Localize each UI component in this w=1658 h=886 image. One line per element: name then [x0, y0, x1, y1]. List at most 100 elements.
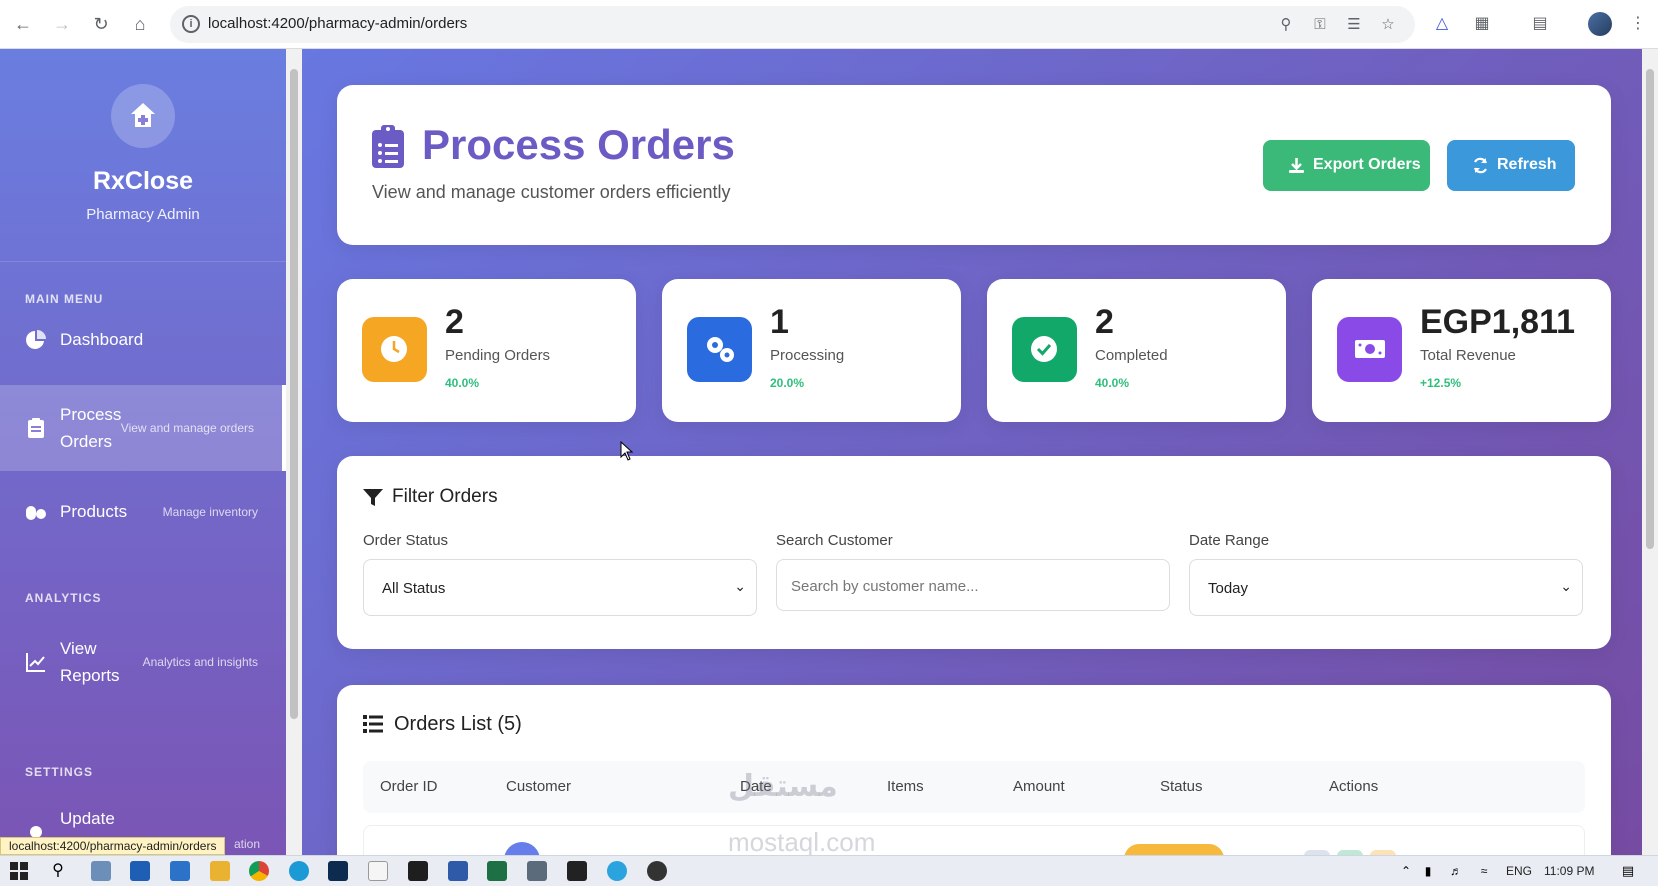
extension-icon[interactable]: △ — [1430, 12, 1454, 36]
sidebar-item-dashboard[interactable]: Dashboard — [0, 317, 286, 363]
sidebar-item-view-reports[interactable]: View Reports Analytics and insights — [0, 619, 286, 705]
translate-icon[interactable]: ☰ — [1344, 15, 1364, 35]
search-customer-input[interactable]: Search by customer name... — [776, 559, 1170, 611]
refresh-label: Refresh — [1497, 156, 1557, 173]
url-text[interactable]: localhost:4200/pharmacy-admin/orders — [208, 15, 467, 32]
link-status-tooltip: localhost:4200/pharmacy-admin/orders — [0, 837, 226, 855]
sidebar-item-desc: Manage inventory — [162, 505, 258, 519]
order-status-select[interactable]: All Status ⌄ — [363, 559, 757, 616]
search-customer-label: Search Customer — [776, 532, 893, 549]
watermark-latin: mostaql.com — [728, 827, 876, 855]
refresh-button[interactable]: Refresh — [1447, 140, 1575, 191]
list-icon — [363, 715, 383, 733]
stat-card-processing: 1 Processing 20.0% — [662, 279, 961, 422]
col-amount: Amount — [1013, 778, 1065, 795]
app-icon[interactable] — [567, 861, 587, 881]
terminal-icon[interactable] — [408, 861, 428, 881]
key-icon[interactable]: ⚿ — [1310, 15, 1330, 35]
search-icon[interactable]: ⚲ — [48, 861, 68, 881]
site-info-icon[interactable]: i — [182, 15, 200, 33]
section-analytics: ANALYTICS — [25, 591, 102, 605]
sidebar-item-label: Products — [60, 502, 128, 521]
order-status-value: All Status — [382, 580, 446, 597]
home-icon[interactable]: ⌂ — [128, 12, 152, 36]
sidebar-item-desc: Analytics and insights — [142, 655, 258, 669]
stat-percent: +12.5% — [1420, 376, 1462, 390]
file-explorer-icon[interactable] — [210, 861, 230, 881]
extensions-puzzle-icon[interactable]: ▦ — [1470, 12, 1494, 36]
date-range-value: Today — [1208, 580, 1249, 597]
windows-start-icon[interactable] — [9, 861, 29, 881]
filter-card: Filter Orders Order Status All Status ⌄ … — [337, 456, 1611, 649]
stat-icon-bg — [1012, 317, 1077, 382]
col-actions: Actions — [1329, 778, 1379, 795]
battery-icon[interactable]: ▮ — [1418, 861, 1438, 881]
scrollbar-thumb[interactable] — [290, 69, 298, 719]
mail-icon[interactable] — [170, 861, 190, 881]
main-scrollbar[interactable] — [1642, 49, 1658, 855]
customer-avatar — [504, 842, 540, 855]
chevron-down-icon: ⌄ — [1560, 578, 1572, 594]
volume-icon[interactable]: ♬ — [1446, 861, 1466, 881]
sidebar-divider — [0, 261, 286, 262]
notifications-icon[interactable]: ▤ — [1618, 861, 1638, 881]
line-chart-icon — [26, 653, 45, 672]
stat-card-pending: 2 Pending Orders 40.0% — [337, 279, 636, 422]
clock-time[interactable]: 11:09 PM — [1544, 864, 1594, 878]
stat-percent: 20.0% — [770, 376, 805, 390]
col-items: Items — [887, 778, 924, 795]
address-bar[interactable]: i localhost:4200/pharmacy-admin/orders ⚲… — [170, 6, 1415, 43]
forward-icon[interactable]: → — [50, 12, 74, 36]
clipboard-list-icon — [372, 125, 404, 168]
photoshop-icon[interactable] — [328, 861, 348, 881]
app-icon[interactable] — [91, 861, 111, 881]
stat-card-completed: 2 Completed 40.0% — [987, 279, 1286, 422]
reading-list-icon[interactable]: ▤ — [1528, 12, 1552, 36]
profile-avatar[interactable] — [1588, 12, 1612, 36]
sidebar-item-label: View Reports — [60, 639, 120, 685]
edge-icon[interactable] — [289, 861, 309, 881]
browser-menu-icon[interactable]: ⋮ — [1626, 12, 1650, 36]
telegram-icon[interactable] — [607, 861, 627, 881]
back-icon[interactable]: ← — [11, 12, 35, 36]
chrome-icon[interactable] — [249, 861, 269, 881]
bookmark-star-icon[interactable]: ☆ — [1378, 15, 1398, 35]
app-page: RxClose Pharmacy Admin MAIN MENU Dashboa… — [0, 49, 1658, 855]
export-orders-button[interactable]: Export Orders — [1263, 140, 1430, 191]
sidebar-item-desc: View and manage orders — [120, 421, 254, 435]
date-range-select[interactable]: Today ⌄ — [1189, 559, 1583, 616]
stat-icon-bg — [1337, 317, 1402, 382]
sidebar-item-process-orders[interactable]: Process Orders View and manage orders — [0, 385, 286, 471]
app-icon[interactable] — [448, 861, 468, 881]
export-orders-label: Export Orders — [1313, 156, 1421, 173]
notepad-icon[interactable] — [368, 861, 388, 881]
orders-table-header: Order ID Customer Date Items Amount Stat… — [363, 761, 1585, 813]
tray-chevron-icon[interactable]: ⌃ — [1396, 861, 1416, 881]
scrollbar-thumb[interactable] — [1646, 69, 1654, 549]
app-icon[interactable] — [647, 861, 667, 881]
language-indicator[interactable]: ENG — [1506, 864, 1532, 878]
stat-percent: 40.0% — [445, 376, 480, 390]
clock-icon — [381, 336, 407, 362]
location-icon[interactable]: ⚲ — [1276, 15, 1296, 35]
calculator-icon[interactable] — [527, 861, 547, 881]
sidebar-item-label: Dashboard — [60, 330, 144, 349]
table-row[interactable] — [363, 825, 1585, 855]
filter-title: Filter Orders — [392, 486, 498, 507]
excel-icon[interactable] — [487, 861, 507, 881]
brand-name: RxClose — [92, 167, 194, 195]
mouse-cursor-icon — [620, 441, 634, 461]
wifi-icon[interactable]: ≈ — [1474, 861, 1494, 881]
sidebar-item-products[interactable]: Products Manage inventory — [0, 489, 286, 535]
sidebar-scrollbar[interactable] — [286, 49, 302, 855]
section-main-menu: MAIN MENU — [25, 292, 104, 306]
search-placeholder: Search by customer name... — [791, 578, 979, 595]
watermark-arabic: مستقل — [728, 770, 838, 803]
orders-list-card: Orders List (5) Order ID Customer Date I… — [337, 685, 1611, 855]
status-badge — [1124, 844, 1224, 855]
order-status-label: Order Status — [363, 532, 449, 549]
page-title: Process Orders — [422, 121, 735, 168]
store-icon[interactable] — [130, 861, 150, 881]
stat-label: Processing — [770, 347, 845, 364]
reload-icon[interactable]: ↻ — [89, 12, 113, 36]
